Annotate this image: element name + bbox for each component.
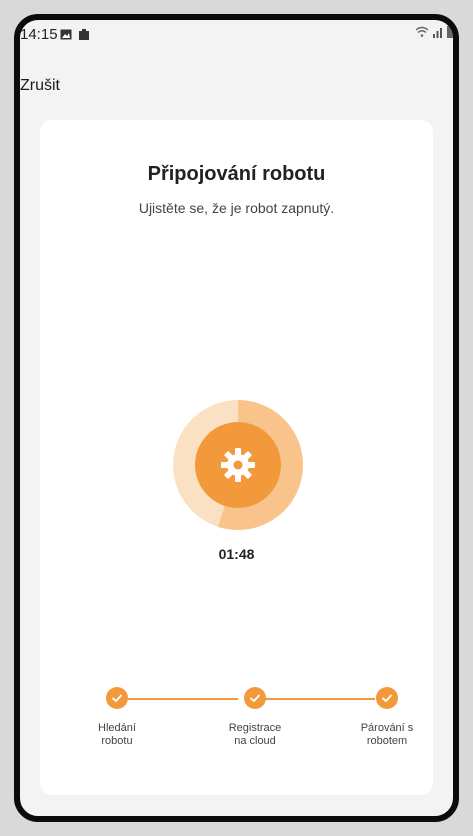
step-connector bbox=[128, 698, 238, 700]
check-icon bbox=[382, 694, 392, 702]
step-2-label-line1: Registrace bbox=[228, 722, 282, 734]
step-3-label-line2: robotem bbox=[366, 735, 408, 747]
status-time: 14:15 bbox=[20, 26, 58, 43]
step-3-check bbox=[376, 687, 398, 709]
step-2-label: Registrace na cloud bbox=[215, 722, 295, 748]
step-2-label-line2: na cloud bbox=[234, 735, 276, 747]
step-3-label: Párování s robotem bbox=[347, 722, 427, 748]
signal-icon bbox=[433, 28, 442, 38]
step-connector bbox=[265, 698, 375, 700]
step-1-label: Hledání robotu bbox=[77, 722, 157, 748]
step-1-label-line1: Hledání bbox=[98, 722, 136, 734]
gear-icon bbox=[221, 448, 255, 482]
phone-frame: 14:15 Zrušit Připojování robotu Ujistěte… bbox=[14, 14, 459, 822]
connection-card: Připojování robotu Ujistěte se, že je ro… bbox=[40, 120, 433, 795]
cancel-button[interactable]: Zrušit bbox=[20, 77, 60, 95]
image-icon bbox=[60, 29, 72, 40]
countdown-timer: 01:48 bbox=[218, 546, 255, 562]
battery-icon bbox=[79, 29, 89, 40]
wifi-icon bbox=[415, 26, 429, 37]
battery-icon bbox=[447, 26, 453, 38]
check-icon bbox=[112, 694, 122, 702]
status-right bbox=[415, 26, 453, 38]
status-bar: 14:15 bbox=[20, 20, 453, 52]
check-icon bbox=[250, 694, 260, 702]
step-3-label-line1: Párování s bbox=[360, 722, 414, 734]
progress-ring bbox=[173, 400, 303, 530]
step-2-check bbox=[244, 687, 266, 709]
page-title: Připojování robotu bbox=[147, 163, 326, 185]
step-1-label-line2: robotu bbox=[101, 735, 133, 747]
step-1-check bbox=[106, 687, 128, 709]
page-subtitle: Ujistěte se, že je robot zapnutý. bbox=[138, 200, 335, 216]
